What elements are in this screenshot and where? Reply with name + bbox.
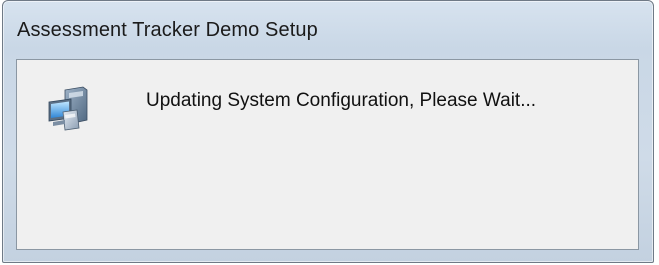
status-message: Updating System Configuration, Please Wa… xyxy=(146,90,537,111)
title-bar[interactable]: Assessment Tracker Demo Setup xyxy=(17,19,633,47)
window-title: Assessment Tracker Demo Setup xyxy=(17,19,318,41)
dialog-client-area: Updating System Configuration, Please Wa… xyxy=(16,59,639,250)
computer-setup-icon xyxy=(43,84,93,134)
setup-window: Assessment Tracker Demo Setup Updating S… xyxy=(2,0,654,263)
